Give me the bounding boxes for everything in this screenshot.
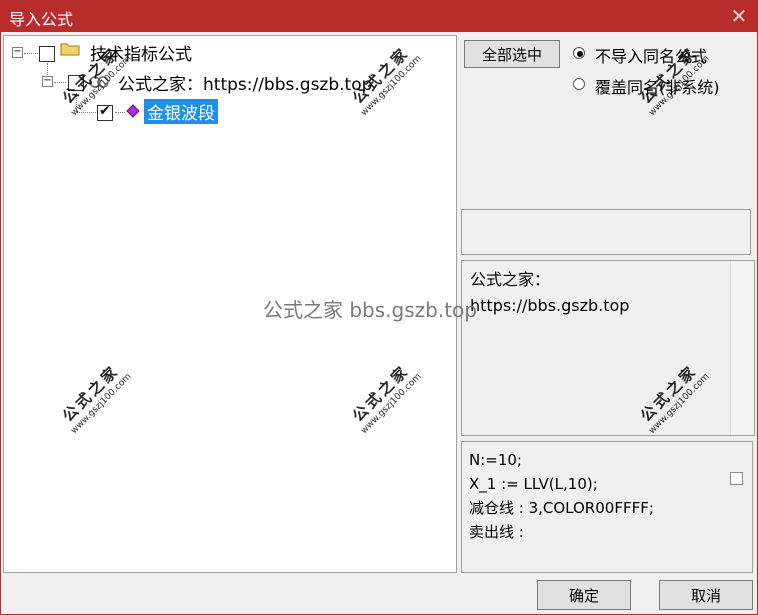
tree-connector bbox=[24, 53, 38, 54]
center-watermark: 公式之家 bbs.gszb.top bbox=[263, 298, 477, 322]
window-title: 导入公式 bbox=[9, 10, 74, 29]
dialog-footer: 确定 取消 bbox=[3, 575, 757, 614]
code-line: 减仓线 : 3,COLOR00FFFF; bbox=[469, 499, 654, 517]
description-panel: 公式之家： https://bbs.gszb.top bbox=[461, 260, 755, 436]
leaf-checkbox[interactable] bbox=[97, 103, 113, 121]
import-options: 全部选中 不导入同名公式 覆盖同名(非系统) bbox=[461, 35, 757, 205]
leaf-node-label[interactable]: 金银波段 bbox=[144, 99, 218, 124]
tree-connector bbox=[54, 82, 66, 83]
description-scrollbar[interactable] bbox=[730, 261, 754, 435]
code-option-checkbox[interactable] bbox=[730, 472, 743, 485]
ok-button[interactable]: 确定 bbox=[537, 580, 631, 610]
code-line: X_1 := LLV(L,10); bbox=[469, 475, 598, 493]
name-field[interactable] bbox=[461, 209, 751, 255]
root-checkbox[interactable] bbox=[39, 46, 55, 62]
description-text: 公式之家： https://bbs.gszb.top bbox=[470, 267, 629, 319]
radio-skip-duplicates[interactable] bbox=[573, 47, 585, 59]
code-line: N:=10; bbox=[469, 451, 522, 469]
description-line: 公式之家： bbox=[470, 270, 551, 289]
radio-overwrite-duplicates[interactable] bbox=[573, 78, 585, 90]
description-line: https://bbs.gszb.top bbox=[470, 296, 630, 315]
indicator-gem-icon bbox=[126, 104, 140, 118]
cancel-button[interactable]: 取消 bbox=[659, 580, 753, 610]
formula-code-panel: N:=10; X_1 := LLV(L,10); 减仓线 : 3,COLOR00… bbox=[461, 441, 753, 573]
select-all-button[interactable]: 全部选中 bbox=[464, 40, 560, 68]
folder-icon bbox=[60, 43, 80, 56]
root-expander-icon[interactable]: − bbox=[12, 47, 23, 58]
title-bar[interactable]: 导入公式 ✕ bbox=[1, 1, 757, 32]
formula-code: N:=10; X_1 := LLV(L,10); 减仓线 : 3,COLOR00… bbox=[469, 448, 654, 544]
code-line: 卖出线 : bbox=[469, 523, 524, 541]
import-formula-window: 导入公式 ✕ − 技术指标公式 − 公式之家：https://bbs.gszb.… bbox=[0, 0, 758, 615]
close-icon[interactable]: ✕ bbox=[727, 4, 751, 28]
group-node-label[interactable]: 公式之家：https://bbs.gszb.top bbox=[118, 70, 372, 95]
tree-connector bbox=[115, 112, 125, 113]
group-expander-icon[interactable]: − bbox=[42, 76, 53, 87]
